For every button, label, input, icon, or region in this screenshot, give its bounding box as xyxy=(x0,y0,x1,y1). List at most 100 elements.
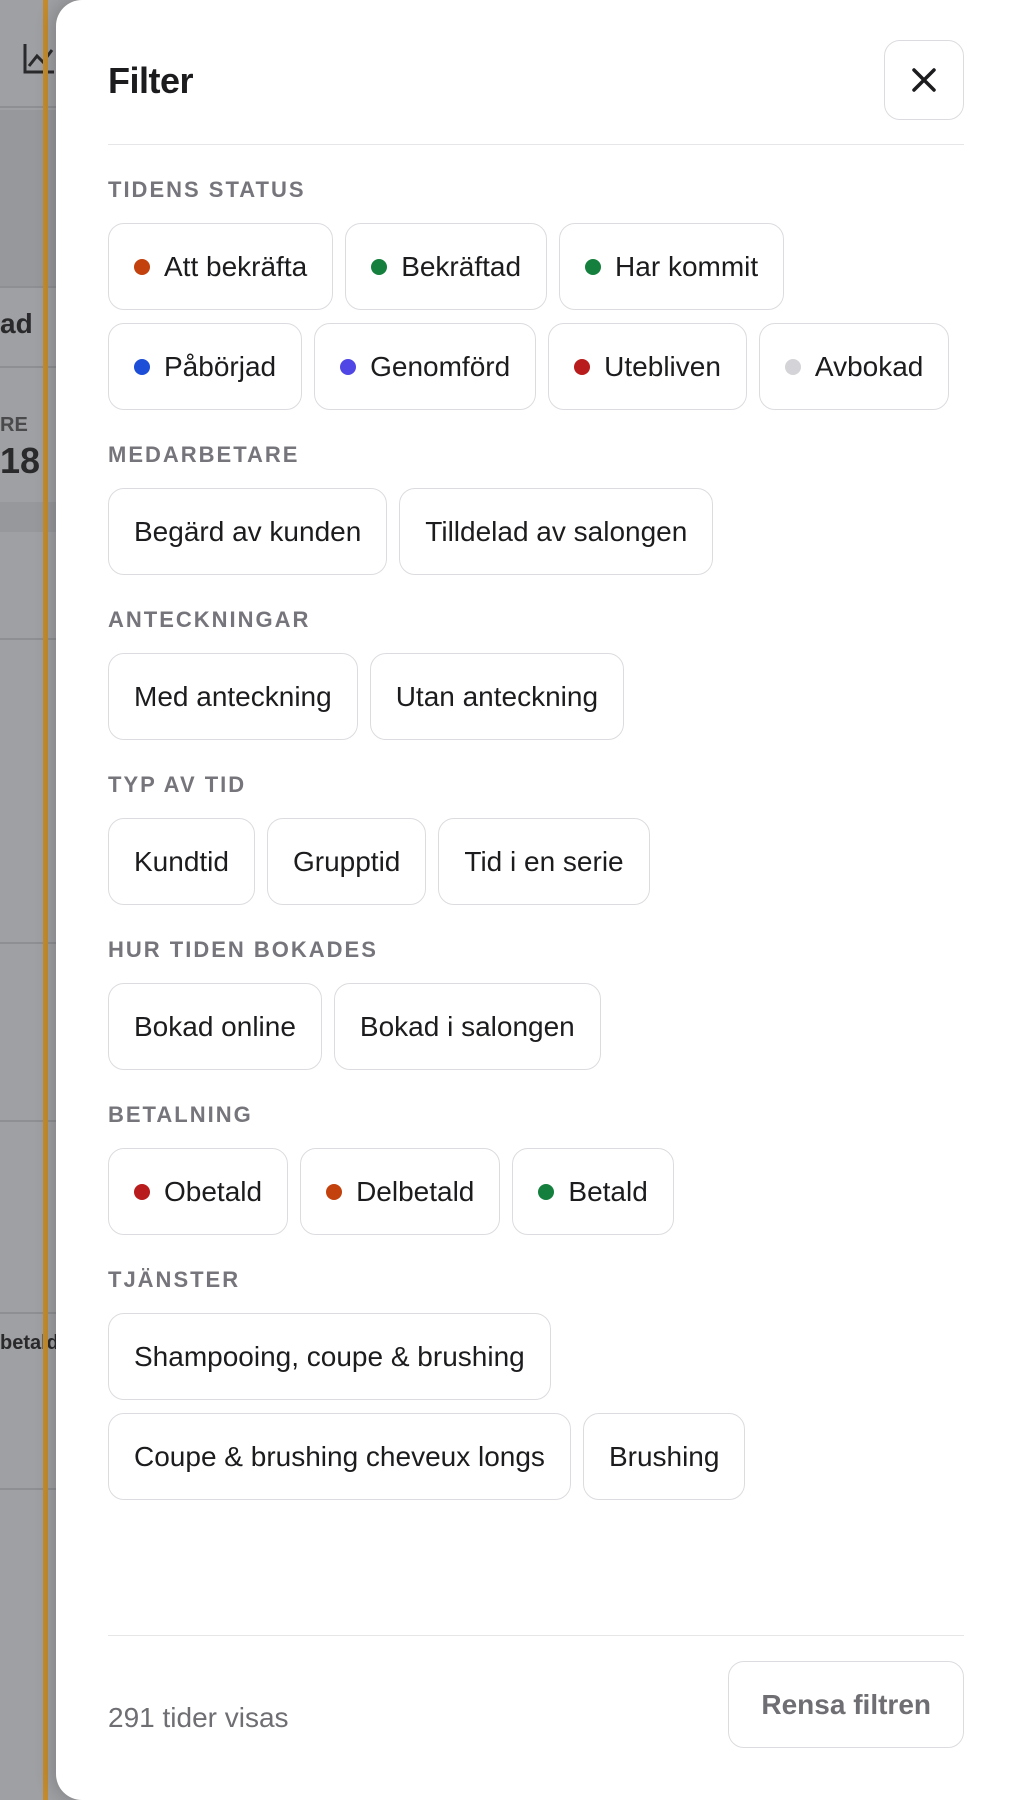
filter-chip-label: Avbokad xyxy=(814,350,924,382)
background-divider xyxy=(0,1312,60,1314)
close-icon xyxy=(912,68,936,92)
filter-chip-label: Påbörjad xyxy=(164,350,277,382)
filter-chip-label: Grupptid xyxy=(292,845,401,877)
background-block xyxy=(0,110,60,286)
filter-section: ANTECKNINGAR Med anteckning Utan antecknin… xyxy=(108,607,964,740)
filter-section: BETALNING Obetald Delbetald Betald xyxy=(108,1102,964,1235)
panel-header: Filter xyxy=(108,40,964,145)
filter-chip-label: Kundtid xyxy=(134,845,229,877)
filter-chip[interactable]: Utebliven xyxy=(548,323,747,410)
filter-chip-label: Bokad i salongen xyxy=(359,1010,575,1042)
background-divider xyxy=(0,942,60,944)
result-count: 291 tider visas xyxy=(108,1702,289,1733)
background-divider xyxy=(0,106,60,108)
filter-chip[interactable]: Grupptid xyxy=(266,818,427,905)
filter-section: MEDARBETARE Begärd av kunden Tilldelad av … xyxy=(108,442,964,575)
section-title: TJÄNSTER xyxy=(108,1267,241,1292)
filter-chip[interactable]: Shampooing, coupe & brushing xyxy=(108,1313,551,1400)
filter-chip[interactable]: Kundtid xyxy=(108,818,255,905)
section-title: MEDARBETARE xyxy=(108,442,300,467)
filter-section: HUR TIDEN BOKADES Bokad online Bokad i sal… xyxy=(108,937,964,1070)
background-divider xyxy=(0,1488,60,1490)
chip-group: Bokad online Bokad i salongen xyxy=(108,983,964,1070)
filter-chip-label: Med anteckning xyxy=(134,680,332,712)
background-value: 18 xyxy=(0,440,41,481)
filter-chip-label: Bekräftad xyxy=(401,250,522,282)
close-button[interactable] xyxy=(884,40,964,120)
filter-chip-label: Bokad online xyxy=(134,1010,296,1042)
chart-icon xyxy=(23,44,54,74)
clear-filters-button[interactable]: Rensa filtren xyxy=(728,1661,964,1748)
background-divider xyxy=(0,366,60,368)
filter-chip-label: Brushing xyxy=(608,1440,720,1472)
filter-chip[interactable]: Coupe & brushing cheveux longs xyxy=(108,1413,571,1500)
status-dot-icon xyxy=(134,358,150,375)
filter-chip[interactable]: Obetald xyxy=(108,1148,289,1235)
filter-chip[interactable]: Bokad i salongen xyxy=(333,983,601,1070)
filter-chip-label: Begärd av kunden xyxy=(134,515,362,547)
section-title: TYP AV TID xyxy=(108,772,247,797)
status-dot-icon xyxy=(340,358,357,375)
filter-chip[interactable]: Med anteckning xyxy=(108,653,358,740)
filter-chip-label: Tid i en serie xyxy=(464,845,624,877)
panel-title: Filter xyxy=(108,60,194,101)
filter-chip-label: Utan anteckning xyxy=(395,680,599,712)
chip-group: Shampooing, coupe & brushing Coupe & brus… xyxy=(108,1313,964,1500)
filter-chip[interactable]: Brushing xyxy=(582,1413,746,1500)
status-dot-icon xyxy=(538,1183,555,1200)
filter-chip[interactable]: Betald xyxy=(512,1148,674,1235)
background-divider xyxy=(0,1120,60,1122)
status-dot-icon xyxy=(574,358,591,375)
status-dot-icon xyxy=(134,1183,150,1200)
chip-group: Obetald Delbetald Betald xyxy=(108,1148,964,1235)
filter-chip-label: Utebliven xyxy=(604,350,721,382)
filter-chip[interactable]: Bekräftad xyxy=(345,223,548,310)
status-dot-icon xyxy=(371,258,388,275)
section-title: TIDENS STATUS xyxy=(108,177,306,202)
chip-group: Begärd av kunden Tilldelad av salongen xyxy=(108,488,964,575)
filter-chip[interactable]: Påbörjad xyxy=(108,323,303,410)
filter-chip[interactable]: Tilldelad av salongen xyxy=(399,488,714,575)
filter-sections[interactable]: TIDENS STATUS Att bekräfta Bekräftad Har ko… xyxy=(108,145,964,1635)
background-label: RE xyxy=(0,414,28,436)
section-title: ANTECKNINGAR xyxy=(108,607,311,632)
section-title: HUR TIDEN BOKADES xyxy=(108,937,378,962)
status-dot-icon xyxy=(784,358,801,375)
chip-group: Kundtid Grupptid Tid i en serie xyxy=(108,818,964,905)
filter-section: TYP AV TID Kundtid Grupptid Tid i en serie xyxy=(108,772,964,905)
background-block xyxy=(0,502,60,532)
filter-chip-label: Att bekräfta xyxy=(164,250,308,282)
filter-chip[interactable]: Utan anteckning xyxy=(369,653,625,740)
filter-chip-label: Coupe & brushing cheveux longs xyxy=(134,1440,545,1472)
filter-chip[interactable]: Genomförd xyxy=(314,323,537,410)
section-title: BETALNING xyxy=(108,1102,253,1127)
filter-chip[interactable]: Begärd av kunden xyxy=(108,488,388,575)
filter-section: TIDENS STATUS Att bekräfta Bekräftad Har ko… xyxy=(108,177,964,410)
background-text: betald xyxy=(0,1332,59,1354)
filter-chip-label: Genomförd xyxy=(370,350,511,382)
filter-chip-label: Har kommit xyxy=(615,250,759,282)
chip-group: Att bekräfta Bekräftad Har kommit Påbörjad G… xyxy=(108,223,964,410)
filter-chip-label: Betald xyxy=(568,1175,648,1207)
filter-chip-label: Delbetald xyxy=(356,1175,475,1207)
filter-chip[interactable]: Att bekräfta xyxy=(108,223,334,310)
filter-panel: Filter TIDENS STATUS Att bekräfta Bekräfta… xyxy=(56,0,1016,1800)
status-dot-icon xyxy=(134,258,150,275)
filter-chip[interactable]: Tid i en serie xyxy=(438,818,650,905)
background-text: ad xyxy=(0,308,33,339)
filter-chip[interactable]: Har kommit xyxy=(559,223,785,310)
background-divider xyxy=(0,286,60,288)
status-dot-icon xyxy=(326,1183,343,1200)
status-dot-icon xyxy=(585,258,602,275)
filter-section: TJÄNSTER Shampooing, coupe & brushing Coup… xyxy=(108,1267,964,1500)
filter-chip-label: Obetald xyxy=(164,1175,263,1207)
selected-column-accent xyxy=(43,0,48,1800)
filter-chip[interactable]: Delbetald xyxy=(300,1148,501,1235)
background-divider xyxy=(0,638,60,640)
panel-footer: 291 tider visas Rensa filtren xyxy=(108,1635,964,1800)
filter-chip[interactable]: Bokad online xyxy=(108,983,322,1070)
filter-chip-label: Tilldelad av salongen xyxy=(425,515,688,547)
chip-group: Med anteckning Utan anteckning xyxy=(108,653,964,740)
filter-chip-label: Shampooing, coupe & brushing xyxy=(134,1340,525,1372)
filter-chip[interactable]: Avbokad xyxy=(758,323,950,410)
